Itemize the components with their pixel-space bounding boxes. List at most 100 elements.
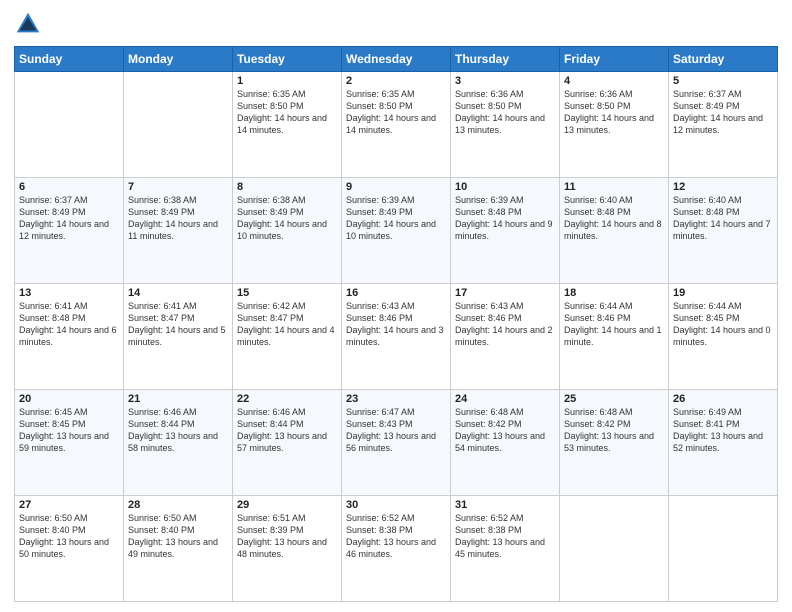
- calendar-cell: 25Sunrise: 6:48 AM Sunset: 8:42 PM Dayli…: [560, 390, 669, 496]
- header: [14, 10, 778, 38]
- day-header-thursday: Thursday: [451, 47, 560, 72]
- calendar-cell: 4Sunrise: 6:36 AM Sunset: 8:50 PM Daylig…: [560, 72, 669, 178]
- calendar-cell: 11Sunrise: 6:40 AM Sunset: 8:48 PM Dayli…: [560, 178, 669, 284]
- logo-icon: [14, 10, 42, 38]
- day-number: 3: [455, 75, 555, 87]
- cell-info: Sunrise: 6:41 AM Sunset: 8:47 PM Dayligh…: [128, 300, 228, 349]
- day-number: 19: [673, 287, 773, 299]
- cell-info: Sunrise: 6:37 AM Sunset: 8:49 PM Dayligh…: [673, 88, 773, 137]
- calendar-cell: 28Sunrise: 6:50 AM Sunset: 8:40 PM Dayli…: [124, 496, 233, 602]
- cell-info: Sunrise: 6:46 AM Sunset: 8:44 PM Dayligh…: [237, 406, 337, 455]
- calendar-cell: 8Sunrise: 6:38 AM Sunset: 8:49 PM Daylig…: [233, 178, 342, 284]
- day-number: 24: [455, 393, 555, 405]
- calendar-cell: 23Sunrise: 6:47 AM Sunset: 8:43 PM Dayli…: [342, 390, 451, 496]
- day-number: 26: [673, 393, 773, 405]
- cell-info: Sunrise: 6:35 AM Sunset: 8:50 PM Dayligh…: [237, 88, 337, 137]
- calendar-header-row: SundayMondayTuesdayWednesdayThursdayFrid…: [15, 47, 778, 72]
- calendar-cell: 10Sunrise: 6:39 AM Sunset: 8:48 PM Dayli…: [451, 178, 560, 284]
- day-number: 4: [564, 75, 664, 87]
- cell-info: Sunrise: 6:50 AM Sunset: 8:40 PM Dayligh…: [128, 512, 228, 561]
- day-number: 5: [673, 75, 773, 87]
- calendar-cell: 20Sunrise: 6:45 AM Sunset: 8:45 PM Dayli…: [15, 390, 124, 496]
- day-number: 6: [19, 181, 119, 193]
- calendar-cell: 1Sunrise: 6:35 AM Sunset: 8:50 PM Daylig…: [233, 72, 342, 178]
- day-number: 7: [128, 181, 228, 193]
- cell-info: Sunrise: 6:39 AM Sunset: 8:48 PM Dayligh…: [455, 194, 555, 243]
- calendar-cell: 24Sunrise: 6:48 AM Sunset: 8:42 PM Dayli…: [451, 390, 560, 496]
- cell-info: Sunrise: 6:52 AM Sunset: 8:38 PM Dayligh…: [346, 512, 446, 561]
- logo: [14, 10, 46, 38]
- cell-info: Sunrise: 6:40 AM Sunset: 8:48 PM Dayligh…: [564, 194, 664, 243]
- calendar-table: SundayMondayTuesdayWednesdayThursdayFrid…: [14, 46, 778, 602]
- calendar-cell: 14Sunrise: 6:41 AM Sunset: 8:47 PM Dayli…: [124, 284, 233, 390]
- day-number: 29: [237, 499, 337, 511]
- cell-info: Sunrise: 6:39 AM Sunset: 8:49 PM Dayligh…: [346, 194, 446, 243]
- calendar-cell: 6Sunrise: 6:37 AM Sunset: 8:49 PM Daylig…: [15, 178, 124, 284]
- day-header-saturday: Saturday: [669, 47, 778, 72]
- cell-info: Sunrise: 6:49 AM Sunset: 8:41 PM Dayligh…: [673, 406, 773, 455]
- calendar-cell: 15Sunrise: 6:42 AM Sunset: 8:47 PM Dayli…: [233, 284, 342, 390]
- day-number: 8: [237, 181, 337, 193]
- day-number: 17: [455, 287, 555, 299]
- day-header-friday: Friday: [560, 47, 669, 72]
- calendar-cell: 19Sunrise: 6:44 AM Sunset: 8:45 PM Dayli…: [669, 284, 778, 390]
- cell-info: Sunrise: 6:47 AM Sunset: 8:43 PM Dayligh…: [346, 406, 446, 455]
- calendar-cell: 3Sunrise: 6:36 AM Sunset: 8:50 PM Daylig…: [451, 72, 560, 178]
- day-number: 31: [455, 499, 555, 511]
- cell-info: Sunrise: 6:50 AM Sunset: 8:40 PM Dayligh…: [19, 512, 119, 561]
- page: SundayMondayTuesdayWednesdayThursdayFrid…: [0, 0, 792, 612]
- calendar-cell: 26Sunrise: 6:49 AM Sunset: 8:41 PM Dayli…: [669, 390, 778, 496]
- calendar-cell: 21Sunrise: 6:46 AM Sunset: 8:44 PM Dayli…: [124, 390, 233, 496]
- day-number: 15: [237, 287, 337, 299]
- cell-info: Sunrise: 6:36 AM Sunset: 8:50 PM Dayligh…: [564, 88, 664, 137]
- cell-info: Sunrise: 6:35 AM Sunset: 8:50 PM Dayligh…: [346, 88, 446, 137]
- cell-info: Sunrise: 6:45 AM Sunset: 8:45 PM Dayligh…: [19, 406, 119, 455]
- cell-info: Sunrise: 6:48 AM Sunset: 8:42 PM Dayligh…: [455, 406, 555, 455]
- calendar-cell: 7Sunrise: 6:38 AM Sunset: 8:49 PM Daylig…: [124, 178, 233, 284]
- day-number: 13: [19, 287, 119, 299]
- cell-info: Sunrise: 6:37 AM Sunset: 8:49 PM Dayligh…: [19, 194, 119, 243]
- calendar-cell: [124, 72, 233, 178]
- cell-info: Sunrise: 6:42 AM Sunset: 8:47 PM Dayligh…: [237, 300, 337, 349]
- calendar-cell: [560, 496, 669, 602]
- day-number: 28: [128, 499, 228, 511]
- calendar-cell: 31Sunrise: 6:52 AM Sunset: 8:38 PM Dayli…: [451, 496, 560, 602]
- day-number: 18: [564, 287, 664, 299]
- calendar-cell: 16Sunrise: 6:43 AM Sunset: 8:46 PM Dayli…: [342, 284, 451, 390]
- day-number: 10: [455, 181, 555, 193]
- day-header-sunday: Sunday: [15, 47, 124, 72]
- calendar-cell: 9Sunrise: 6:39 AM Sunset: 8:49 PM Daylig…: [342, 178, 451, 284]
- day-number: 30: [346, 499, 446, 511]
- cell-info: Sunrise: 6:40 AM Sunset: 8:48 PM Dayligh…: [673, 194, 773, 243]
- cell-info: Sunrise: 6:43 AM Sunset: 8:46 PM Dayligh…: [346, 300, 446, 349]
- calendar-cell: 5Sunrise: 6:37 AM Sunset: 8:49 PM Daylig…: [669, 72, 778, 178]
- calendar-cell: 27Sunrise: 6:50 AM Sunset: 8:40 PM Dayli…: [15, 496, 124, 602]
- calendar-cell: 13Sunrise: 6:41 AM Sunset: 8:48 PM Dayli…: [15, 284, 124, 390]
- week-row-5: 27Sunrise: 6:50 AM Sunset: 8:40 PM Dayli…: [15, 496, 778, 602]
- calendar-cell: 18Sunrise: 6:44 AM Sunset: 8:46 PM Dayli…: [560, 284, 669, 390]
- cell-info: Sunrise: 6:52 AM Sunset: 8:38 PM Dayligh…: [455, 512, 555, 561]
- day-number: 20: [19, 393, 119, 405]
- cell-info: Sunrise: 6:44 AM Sunset: 8:46 PM Dayligh…: [564, 300, 664, 349]
- day-number: 9: [346, 181, 446, 193]
- day-header-monday: Monday: [124, 47, 233, 72]
- cell-info: Sunrise: 6:38 AM Sunset: 8:49 PM Dayligh…: [128, 194, 228, 243]
- cell-info: Sunrise: 6:41 AM Sunset: 8:48 PM Dayligh…: [19, 300, 119, 349]
- cell-info: Sunrise: 6:44 AM Sunset: 8:45 PM Dayligh…: [673, 300, 773, 349]
- cell-info: Sunrise: 6:51 AM Sunset: 8:39 PM Dayligh…: [237, 512, 337, 561]
- day-header-tuesday: Tuesday: [233, 47, 342, 72]
- day-number: 12: [673, 181, 773, 193]
- day-number: 22: [237, 393, 337, 405]
- cell-info: Sunrise: 6:38 AM Sunset: 8:49 PM Dayligh…: [237, 194, 337, 243]
- calendar-cell: [669, 496, 778, 602]
- week-row-2: 6Sunrise: 6:37 AM Sunset: 8:49 PM Daylig…: [15, 178, 778, 284]
- day-number: 23: [346, 393, 446, 405]
- calendar-cell: 12Sunrise: 6:40 AM Sunset: 8:48 PM Dayli…: [669, 178, 778, 284]
- cell-info: Sunrise: 6:46 AM Sunset: 8:44 PM Dayligh…: [128, 406, 228, 455]
- day-number: 1: [237, 75, 337, 87]
- cell-info: Sunrise: 6:43 AM Sunset: 8:46 PM Dayligh…: [455, 300, 555, 349]
- day-number: 25: [564, 393, 664, 405]
- cell-info: Sunrise: 6:48 AM Sunset: 8:42 PM Dayligh…: [564, 406, 664, 455]
- calendar-cell: 2Sunrise: 6:35 AM Sunset: 8:50 PM Daylig…: [342, 72, 451, 178]
- day-header-wednesday: Wednesday: [342, 47, 451, 72]
